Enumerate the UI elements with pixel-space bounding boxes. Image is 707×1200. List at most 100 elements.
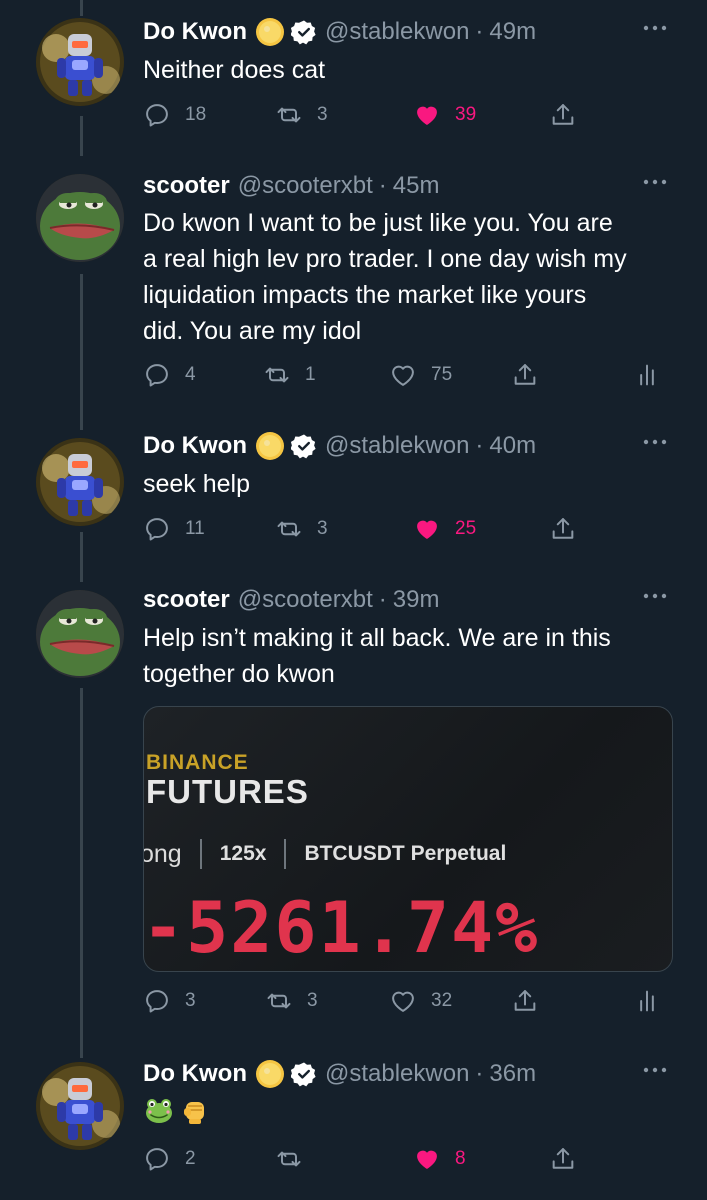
reply-button[interactable]: 3: [143, 986, 196, 1016]
tweet-header: Do Kwon @stablekwon · 49m: [143, 14, 536, 50]
like-button[interactable]: 8: [413, 1144, 466, 1174]
tweet-emojis: [143, 1094, 211, 1126]
retweet-button[interactable]: 3: [275, 514, 328, 544]
avatar[interactable]: [36, 590, 124, 678]
tweet-text: seek help: [143, 470, 251, 498]
share-button[interactable]: [549, 514, 577, 544]
binance-label: BINANCE: [146, 751, 249, 774]
action-bar: 2 8: [143, 1144, 673, 1174]
more-options-icon[interactable]: [641, 1060, 669, 1080]
avatar[interactable]: [36, 438, 124, 526]
analytics-icon: [633, 987, 661, 1015]
tweet-header: scooter @scooterxbt · 45m: [143, 168, 439, 204]
display-name[interactable]: scooter: [143, 172, 230, 200]
trading-pair: BTCUSDT Perpetual: [304, 842, 507, 865]
timestamp[interactable]: 45m: [393, 172, 440, 200]
action-bar: 11 3 25: [143, 514, 673, 544]
reply-button[interactable]: 2: [143, 1144, 196, 1174]
reply-button[interactable]: 4: [143, 360, 196, 390]
user-handle[interactable]: @scooterxbt: [238, 586, 373, 614]
reply-count: 18: [185, 104, 207, 125]
retweet-icon: [275, 101, 303, 129]
more-options-icon[interactable]: [641, 432, 669, 452]
user-handle[interactable]: @stablekwon: [325, 1060, 469, 1088]
reply-button[interactable]: 11: [143, 514, 205, 544]
timestamp[interactable]: 36m: [489, 1060, 536, 1088]
like-button[interactable]: 39: [413, 100, 476, 130]
coin-icon: [255, 17, 285, 47]
more-options-icon[interactable]: [641, 18, 669, 38]
tweet-text: Do kwon I want to be just like you. You …: [143, 209, 627, 345]
separator: ·: [378, 586, 387, 613]
divider: [199, 839, 202, 869]
reply-icon: [143, 515, 171, 543]
robot-avatar-icon: [36, 1062, 124, 1150]
analytics-button[interactable]: [633, 360, 661, 390]
action-bar: 3 3 32: [143, 986, 673, 1016]
tweet-text: Neither does cat: [143, 56, 326, 84]
display-name[interactable]: Do Kwon: [143, 18, 247, 46]
divider: [284, 839, 287, 869]
more-options-icon[interactable]: [641, 172, 669, 192]
tweet[interactable]: Do Kwon @stablekwon · 40m seek help 11 3…: [0, 428, 707, 553]
position-side: ong: [143, 839, 182, 868]
reply-button[interactable]: 18: [143, 100, 206, 130]
leverage: 125x: [219, 842, 267, 865]
retweet-icon: [263, 361, 291, 389]
like-count: 39: [455, 104, 477, 125]
timestamp[interactable]: 39m: [393, 586, 440, 614]
share-button[interactable]: [511, 360, 539, 390]
analytics-button[interactable]: [633, 986, 661, 1016]
retweet-icon: [265, 987, 293, 1015]
retweet-icon: [275, 515, 303, 543]
share-icon: [511, 987, 539, 1015]
retweet-button[interactable]: 1: [263, 360, 316, 390]
user-handle[interactable]: @scooterxbt: [238, 172, 373, 200]
tweet[interactable]: Do Kwon @stablekwon · 49m Neither does c…: [0, 14, 707, 139]
tweet-header: Do Kwon @stablekwon · 40m: [143, 428, 536, 464]
timestamp[interactable]: 40m: [489, 432, 536, 460]
tweet[interactable]: Do Kwon @stablekwon · 36m 2 8: [0, 1056, 707, 1200]
display-name[interactable]: Do Kwon: [143, 432, 247, 460]
share-button[interactable]: [549, 100, 577, 130]
pnl-percent: -5261.74%: [143, 887, 540, 969]
avatar[interactable]: [36, 174, 124, 262]
like-count: 32: [431, 990, 453, 1011]
reply-icon: [143, 101, 171, 129]
retweet-count: 3: [317, 518, 328, 539]
display-name[interactable]: Do Kwon: [143, 1060, 247, 1088]
separator: ·: [475, 432, 484, 459]
share-icon: [549, 101, 577, 129]
retweet-count: 1: [305, 364, 316, 385]
timestamp[interactable]: 49m: [489, 18, 536, 46]
separator: ·: [378, 172, 387, 199]
retweet-button[interactable]: 3: [265, 986, 318, 1016]
reply-icon: [143, 987, 171, 1015]
heart-filled-icon: [413, 101, 441, 129]
share-icon: [549, 515, 577, 543]
user-handle[interactable]: @stablekwon: [325, 432, 469, 460]
like-button[interactable]: 32: [389, 986, 452, 1016]
like-count: 25: [455, 518, 477, 539]
tweet[interactable]: scooter @scooterxbt · 45m Do kwon I want…: [0, 168, 707, 398]
media-image[interactable]: BINANCE FUTURES ong 125x BTCUSDT Perpetu…: [143, 706, 673, 972]
tweet[interactable]: scooter @scooterxbt · 39m Help isn’t mak…: [0, 582, 707, 1022]
display-name[interactable]: scooter: [143, 586, 230, 614]
user-handle[interactable]: @stablekwon: [325, 18, 469, 46]
robot-avatar-icon: [36, 18, 124, 106]
verified-badge-icon: [291, 1061, 317, 1087]
heart-filled-icon: [413, 515, 441, 543]
reply-count: 11: [185, 518, 205, 539]
separator: ·: [475, 1060, 484, 1087]
verified-badge-icon: [291, 19, 317, 45]
like-button[interactable]: 75: [389, 360, 452, 390]
share-button[interactable]: [549, 1144, 577, 1174]
retweet-button[interactable]: [275, 1144, 303, 1174]
like-button[interactable]: 25: [413, 514, 476, 544]
more-options-icon[interactable]: [641, 586, 669, 606]
avatar[interactable]: [36, 1062, 124, 1150]
share-button[interactable]: [511, 986, 539, 1016]
avatar[interactable]: [36, 18, 124, 106]
retweet-button[interactable]: 3: [275, 100, 328, 130]
tweet-header: scooter @scooterxbt · 39m: [143, 582, 439, 618]
